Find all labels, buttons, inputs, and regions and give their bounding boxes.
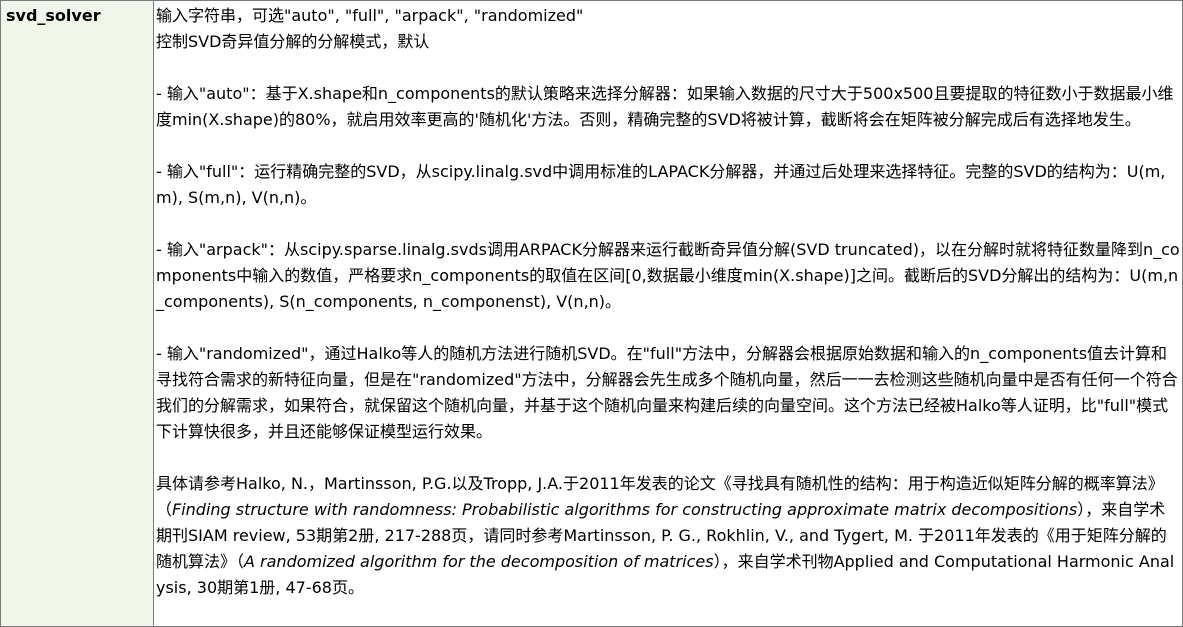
parameter-table: svd_solver 输入字符串，可选"auto", "full", "arpa… [0, 0, 1183, 627]
reference-title-1: Finding structure with randomness: Proba… [172, 500, 1078, 519]
table-row: svd_solver 输入字符串，可选"auto", "full", "arpa… [0, 0, 1183, 627]
option-full-description: - 输入"full"：运行精确完整的SVD，从scipy.linalg.svd中… [156, 162, 1166, 207]
option-auto-description: - 输入"auto"：基于X.shape和n_components的默认策略来选… [156, 84, 1174, 129]
intro-line-options: 输入字符串，可选"auto", "full", "arpack", "rando… [156, 6, 584, 25]
param-name: svd_solver [6, 6, 101, 25]
intro-line-purpose: 控制SVD奇异值分解的分解模式，默认 [156, 32, 430, 51]
option-randomized-description: - 输入"randomized"，通过Halko等人的随机方法进行随机SVD。在… [156, 344, 1178, 441]
param-name-cell: svd_solver [0, 0, 154, 627]
reference-paragraph: 具体请参考Halko, N.，Martinsson, P.G.以及Tropp, … [156, 471, 1180, 601]
option-arpack-description: - 输入"arpack"：从scipy.sparse.linalg.svds调用… [156, 240, 1180, 311]
reference-title-2: A randomized algorithm for the decomposi… [244, 552, 714, 571]
param-description-cell: 输入字符串，可选"auto", "full", "arpack", "rando… [153, 0, 1183, 627]
